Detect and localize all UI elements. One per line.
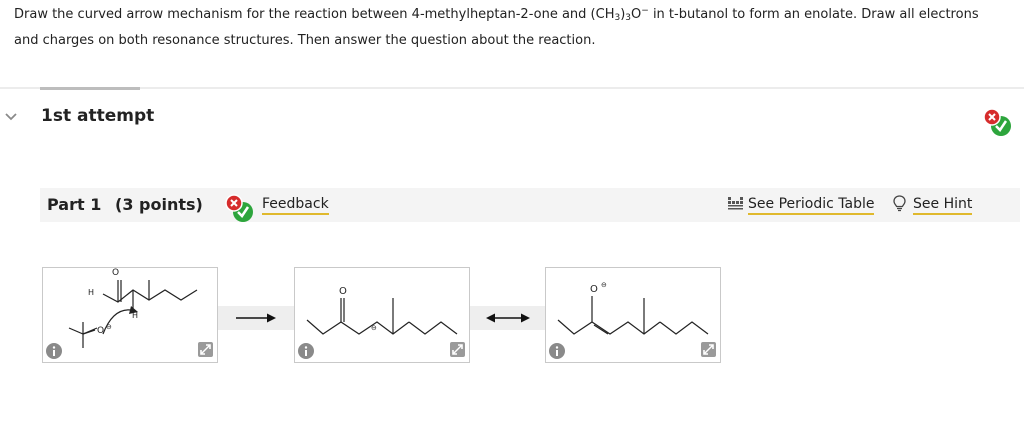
info-icon[interactable]	[549, 343, 565, 359]
resonance-arrow[interactable]	[470, 306, 546, 330]
question-text: Draw the curved arrow mechanism for the …	[14, 2, 1009, 54]
charge-minus-resonance-2: ⊖	[601, 281, 607, 289]
section-divider-tab	[40, 87, 140, 90]
hint-link[interactable]: See Hint	[913, 196, 973, 215]
attempt-title: 1st attempt	[41, 106, 155, 126]
info-icon[interactable]	[46, 343, 62, 359]
periodic-table-link[interactable]: See Periodic Table	[748, 196, 875, 215]
atom-hydrogen-reactant: H	[88, 288, 95, 297]
expand-icon[interactable]	[198, 342, 213, 357]
part-points: (3 points)	[115, 195, 203, 214]
atom-oxygen-resonance-2: O	[590, 284, 598, 295]
right-arrow-icon	[236, 313, 276, 323]
part-label: Part 1	[47, 195, 102, 214]
reaction-arrow[interactable]	[218, 306, 294, 330]
feedback-status-icon	[225, 194, 253, 222]
periodic-table-icon[interactable]	[728, 196, 743, 211]
charge-minus-resonance-1: ⊖	[371, 324, 377, 332]
question-line-1: Draw the curved arrow mechanism for the …	[14, 6, 979, 23]
expand-icon[interactable]	[450, 342, 465, 357]
atom-oxygen-resonance-1: O	[339, 286, 347, 297]
section-divider	[0, 87, 1024, 89]
attempt-status-icon	[983, 108, 1011, 136]
expand-icon[interactable]	[701, 342, 716, 357]
structure-panel-resonance-2[interactable]	[545, 267, 721, 363]
structure-panel-reactants[interactable]	[42, 267, 218, 363]
lightbulb-icon[interactable]	[893, 195, 906, 212]
double-arrow-icon	[486, 313, 530, 323]
enolate-carbanion-structure	[306, 298, 458, 335]
reactants-structure	[68, 280, 198, 348]
info-icon[interactable]	[298, 343, 314, 359]
feedback-link[interactable]: Feedback	[262, 196, 329, 215]
question-line-2: and charges on both resonance structures…	[14, 33, 596, 48]
chevron-down-icon[interactable]	[4, 111, 18, 123]
atom-oxygen-reactant: O	[112, 268, 120, 278]
charge-minus-base: ⊖	[106, 323, 112, 331]
atom-oxygen-base: O	[97, 326, 105, 336]
structure-panel-resonance-1[interactable]	[294, 267, 470, 363]
enolate-oxyanion-structure	[557, 296, 709, 335]
atom-hydrogen-alpha: H	[132, 311, 139, 320]
